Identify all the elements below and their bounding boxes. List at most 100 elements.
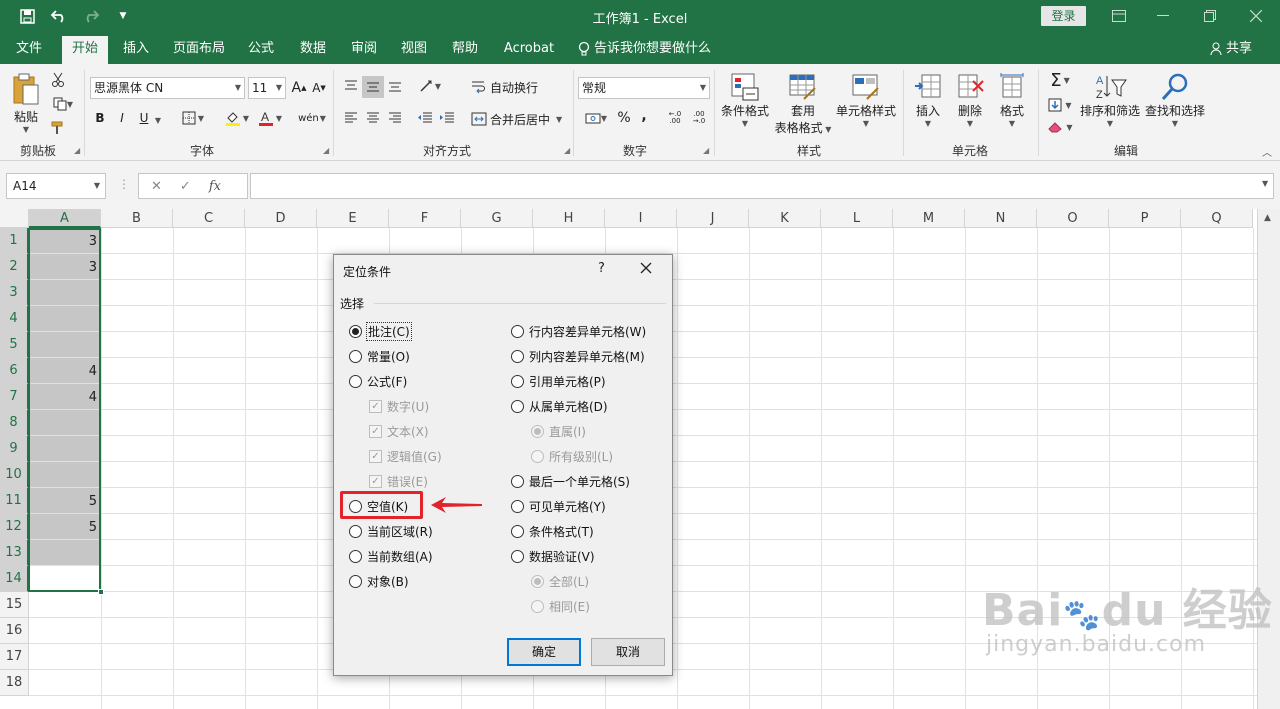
cancel-button[interactable]: 取消: [591, 638, 665, 666]
login-button[interactable]: 登录: [1041, 6, 1086, 26]
expand-formula-bar-icon[interactable]: ▼: [1262, 179, 1268, 188]
grow-font-icon[interactable]: A ▲: [291, 78, 307, 98]
shrink-font-icon[interactable]: A ▼: [311, 78, 327, 98]
column-header[interactable]: Q: [1181, 209, 1253, 228]
find-select-button[interactable]: 查找和选择 ▼: [1142, 72, 1208, 128]
decrease-decimal-icon[interactable]: .00 →.0: [690, 108, 708, 128]
column-header[interactable]: F: [389, 209, 461, 228]
column-header[interactable]: K: [749, 209, 821, 228]
save-icon[interactable]: [14, 5, 40, 27]
tab-acrobat[interactable]: Acrobat: [498, 33, 560, 64]
comma-button[interactable]: ,: [638, 106, 650, 126]
column-header[interactable]: N: [965, 209, 1037, 228]
row-header[interactable]: 6: [0, 358, 29, 384]
column-header[interactable]: O: [1037, 209, 1109, 228]
column-header[interactable]: I: [605, 209, 677, 228]
insert-function-icon[interactable]: fx: [209, 179, 221, 194]
row-header[interactable]: 11: [0, 488, 29, 514]
radio-right-1[interactable]: 列内容差异单元格(M): [511, 348, 645, 365]
tab-review[interactable]: 审阅: [341, 33, 387, 64]
align-left-icon[interactable]: [342, 108, 360, 128]
row-header[interactable]: 9: [0, 436, 29, 462]
wrap-text-button[interactable]: 自动换行: [471, 76, 541, 98]
font-size-combo[interactable]: 11 ▼: [248, 77, 286, 99]
row-header[interactable]: 13: [0, 540, 29, 566]
row-header[interactable]: 17: [0, 644, 29, 670]
column-header[interactable]: A: [29, 209, 101, 228]
number-format-combo[interactable]: 常规 ▼: [578, 77, 710, 99]
customize-icon[interactable]: ▼: [110, 5, 136, 27]
row-header[interactable]: 16: [0, 618, 29, 644]
alignment-launcher-icon[interactable]: ◢: [564, 146, 570, 155]
format-painter-icon[interactable]: [48, 118, 68, 138]
chevron-down-icon[interactable]: ▼: [153, 110, 163, 130]
redo-icon[interactable]: [78, 5, 104, 27]
row-header[interactable]: 8: [0, 410, 29, 436]
format-as-table-button[interactable]: 套用 表格格式 ▼: [772, 72, 834, 136]
row-header[interactable]: 4: [0, 306, 29, 332]
radio-right-7[interactable]: 可见单元格(Y): [511, 498, 606, 515]
number-launcher-icon[interactable]: ◢: [703, 146, 709, 155]
cell-styles-button[interactable]: 单元格样式 ▼: [834, 72, 898, 128]
underline-button[interactable]: U: [136, 108, 152, 128]
formula-input[interactable]: [250, 173, 1274, 199]
share-button[interactable]: 共享: [1210, 33, 1252, 64]
cancel-entry-icon[interactable]: ✕: [151, 179, 162, 194]
name-box[interactable]: A14 ▼: [6, 173, 106, 199]
autosum-icon[interactable]: Σ ▼: [1044, 68, 1076, 92]
close-icon[interactable]: [1233, 4, 1279, 28]
row-header[interactable]: 5: [0, 332, 29, 358]
scroll-up-icon[interactable]: ▲: [1264, 213, 1271, 223]
font-color-icon[interactable]: A ▼: [255, 108, 285, 128]
fill-color-icon[interactable]: ▼: [222, 108, 252, 128]
ribbon-display-icon[interactable]: [1096, 4, 1142, 28]
clipboard-launcher-icon[interactable]: ◢: [74, 146, 80, 155]
tab-file[interactable]: 文件: [6, 33, 52, 64]
clear-eraser-icon[interactable]: ▼: [1044, 116, 1076, 138]
row-header[interactable]: 2: [0, 254, 29, 280]
delete-cells-button[interactable]: 删除 ▼: [950, 72, 990, 128]
radio-right-0[interactable]: 行内容差异单元格(W): [511, 323, 646, 340]
border-icon[interactable]: ▼: [178, 108, 208, 128]
insert-cells-button[interactable]: 插入 ▼: [908, 72, 948, 128]
column-header[interactable]: D: [245, 209, 317, 228]
fill-down-icon[interactable]: ▼: [1044, 94, 1076, 116]
tab-home[interactable]: 开始: [62, 36, 108, 64]
radio-right-6[interactable]: 最后一个单元格(S): [511, 473, 630, 490]
row-header[interactable]: 7: [0, 384, 29, 410]
row-header[interactable]: 10: [0, 462, 29, 488]
undo-icon[interactable]: [46, 5, 72, 27]
radio-left-2[interactable]: 公式(F): [349, 373, 407, 390]
tab-view[interactable]: 视图: [391, 33, 437, 64]
tab-formulas[interactable]: 公式: [238, 33, 284, 64]
align-center-icon[interactable]: [364, 108, 382, 128]
radio-right-3[interactable]: 从属单元格(D): [511, 398, 608, 415]
column-header[interactable]: J: [677, 209, 749, 228]
paste-button[interactable]: 粘贴 ▼: [8, 72, 44, 134]
select-all-corner[interactable]: [0, 209, 29, 228]
format-cells-button[interactable]: 格式 ▼: [992, 72, 1032, 128]
help-icon[interactable]: ?: [598, 261, 605, 276]
confirm-entry-icon[interactable]: ✓: [180, 179, 191, 194]
minimize-icon[interactable]: [1140, 4, 1186, 28]
radio-left-9[interactable]: 当前数组(A): [349, 548, 433, 565]
radio-right-8[interactable]: 条件格式(T): [511, 523, 594, 540]
collapse-ribbon-icon[interactable]: ︿: [1260, 144, 1274, 159]
font-name-combo[interactable]: 思源黑体 CN ▼: [90, 77, 245, 99]
column-header[interactable]: E: [317, 209, 389, 228]
ok-button[interactable]: 确定: [507, 638, 581, 666]
merge-center-button[interactable]: 合并后居中 ▼: [471, 108, 569, 130]
tell-me-search[interactable]: 告诉我你想要做什么: [578, 33, 711, 64]
decrease-indent-icon[interactable]: [416, 108, 434, 128]
radio-right-2[interactable]: 引用单元格(P): [511, 373, 606, 390]
row-header[interactable]: 1: [0, 228, 29, 254]
tab-insert[interactable]: 插入: [113, 33, 159, 64]
accounting-format-icon[interactable]: ▼: [580, 108, 612, 128]
dialog-close-icon[interactable]: [640, 259, 652, 278]
row-header[interactable]: 12: [0, 514, 29, 540]
row-header[interactable]: 15: [0, 592, 29, 618]
italic-button[interactable]: I: [114, 108, 130, 128]
row-header[interactable]: 18: [0, 670, 29, 696]
column-header[interactable]: C: [173, 209, 245, 228]
column-header[interactable]: L: [821, 209, 893, 228]
